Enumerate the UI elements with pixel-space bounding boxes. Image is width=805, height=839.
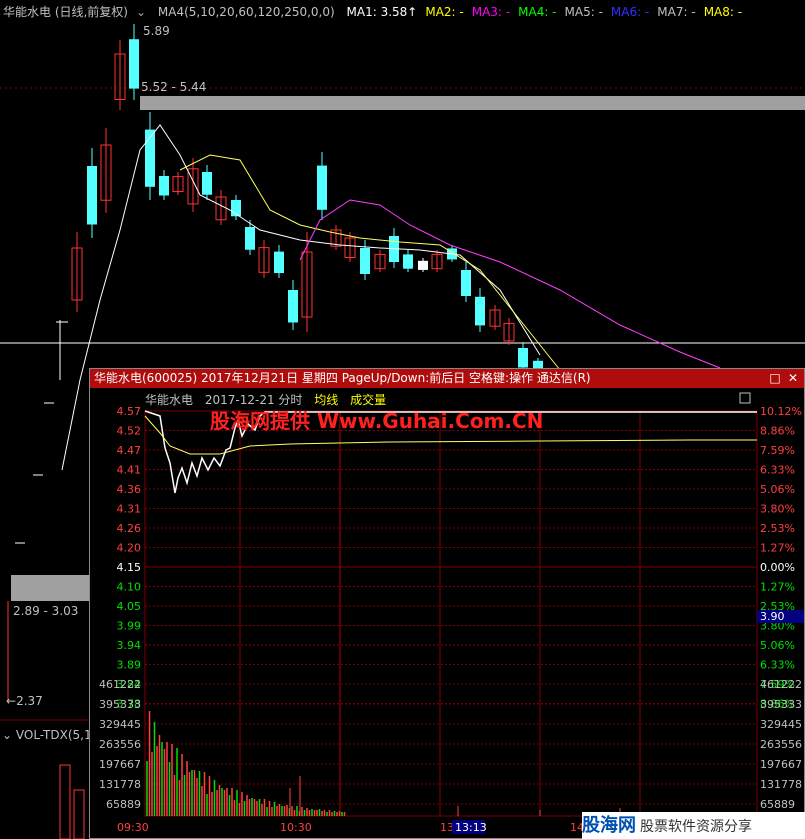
volume-tick-label: 395333 bbox=[760, 698, 802, 711]
pct-tick-label: 1.27% bbox=[760, 581, 795, 594]
price-zone-band bbox=[140, 96, 805, 110]
ma-legend-item: MA8: - bbox=[703, 5, 743, 19]
volume-tick-label: 461222 bbox=[99, 678, 141, 691]
price-tick-label: 4.10 bbox=[117, 581, 142, 594]
intraday-popup[interactable]: 华能水电(600025) 2017年12月21日 星期四 PageUp/Down… bbox=[89, 368, 805, 839]
intraday-timeline-chart[interactable]: 4.57 10.12% 4.52 8.86% 4.47 7.59% 4.41 6.33% 4.3… bbox=[90, 388, 804, 838]
pct-tick-label: 6.33% bbox=[760, 464, 795, 477]
popup-title-bar[interactable]: 华能水电(600025) 2017年12月21日 星期四 PageUp/Down… bbox=[90, 369, 804, 388]
price-tick-label: 4.52 bbox=[117, 425, 142, 438]
brand-tagline: 股票软件资源分享 bbox=[640, 819, 752, 835]
candle-body bbox=[475, 296, 485, 326]
ma-legend-item: MA7: - bbox=[657, 5, 696, 19]
volume-tick-label: 197667 bbox=[760, 758, 802, 771]
volume-tick-label: 461222 bbox=[760, 678, 802, 691]
price-tick-label: 4.41 bbox=[117, 464, 142, 477]
maximize-icon[interactable]: □ bbox=[766, 369, 784, 388]
candle-body bbox=[87, 166, 97, 225]
volume-indicator-label: ⌄ VOL-TDX(5,1 bbox=[2, 728, 92, 742]
volume-bar bbox=[59, 764, 71, 839]
volume-bar bbox=[73, 789, 85, 839]
high-price-annotation: 5.89 bbox=[143, 24, 170, 38]
ma-legend: MA1: 3.58↑ MA2: - MA3: - MA4: - MA5: - MA6: -… bbox=[347, 5, 751, 19]
candle-body bbox=[288, 290, 298, 323]
ma-params: MA4(5,10,20,60,120,250,0,0) bbox=[157, 5, 335, 19]
popup-title: 华能水电(600025) 2017年12月21日 星期四 PageUp/Down… bbox=[94, 371, 591, 385]
pct-tick-label: 10.12% bbox=[760, 405, 802, 418]
volume-tick-label: 263556 bbox=[99, 738, 141, 751]
volume-tick-label: 197667 bbox=[99, 758, 141, 771]
watermark-text: 股海网提供 Www.Guhai.Com.CN bbox=[210, 409, 544, 433]
main-chart-header: 华能水电 (日线,前复权) ⌄ MA4(5,10,20,60,120,250,0,… bbox=[3, 3, 758, 20]
price-zone-band bbox=[11, 575, 89, 601]
price-tick-label: 4.57 bbox=[117, 405, 142, 418]
price-tick-label: 4.15 bbox=[117, 561, 142, 574]
time-tick-label: 09:30 bbox=[117, 821, 149, 834]
volume-tick-label: 65889 bbox=[760, 798, 795, 811]
brand-name: 股海网 bbox=[582, 815, 636, 836]
time-tick-label: 10:30 bbox=[280, 821, 312, 834]
volume-tick-label: 329445 bbox=[99, 718, 141, 731]
price-tick-label: 4.26 bbox=[117, 522, 142, 535]
price-tick-label: 4.36 bbox=[117, 483, 142, 496]
price-tick-label: 4.31 bbox=[117, 503, 142, 516]
brand-logo: 股海网 股票软件资源分享 bbox=[582, 812, 805, 839]
candle-body bbox=[518, 348, 528, 368]
volume-tick-label: 263556 bbox=[760, 738, 802, 751]
candle-body bbox=[418, 260, 428, 270]
volume-tick-label: 329445 bbox=[760, 718, 802, 731]
cursor-time-label: 13:13 bbox=[455, 821, 487, 834]
candle-body bbox=[360, 248, 370, 274]
candle-body bbox=[317, 165, 327, 210]
volume-tick-label: 131778 bbox=[99, 778, 141, 791]
chart-bg bbox=[90, 388, 804, 838]
volume-tick-label: 65889 bbox=[106, 798, 141, 811]
ma-legend-item: MA6: - bbox=[610, 5, 650, 19]
price-tick-label: 4.47 bbox=[117, 444, 142, 457]
pct-tick-label: 2.53% bbox=[760, 522, 795, 535]
price-tick-label: 3.99 bbox=[117, 620, 142, 633]
pct-tick-label: 5.06% bbox=[760, 483, 795, 496]
pct-tick-label: 5.06% bbox=[760, 639, 795, 652]
ma-legend-item: MA3: - bbox=[471, 5, 511, 19]
candle-body bbox=[461, 270, 471, 296]
pct-tick-label: 0.00% bbox=[760, 561, 795, 574]
candle-body bbox=[274, 251, 284, 274]
pct-tick-label: 6.33% bbox=[760, 659, 795, 672]
chevron-down-icon[interactable]: ⌄ bbox=[136, 5, 146, 19]
range-annotation-high: 5.52 - 5.44 bbox=[141, 80, 207, 94]
volume-tick-label: 395333 bbox=[99, 698, 141, 711]
pct-tick-label: 8.86% bbox=[760, 425, 795, 438]
current-price-label: 3.90 bbox=[760, 610, 785, 623]
candle-body bbox=[129, 39, 139, 89]
ma-legend-item: MA2: - bbox=[425, 5, 464, 19]
chevron-down-icon[interactable]: ⌄ bbox=[2, 728, 12, 742]
ma-legend-item: MA4: - bbox=[518, 5, 557, 19]
stock-title: 华能水电 (日线,前复权) bbox=[3, 5, 128, 19]
price-tick-label: 4.20 bbox=[117, 542, 142, 555]
low-price-annotation: ←2.37 bbox=[6, 694, 43, 708]
candle-body bbox=[403, 254, 413, 269]
ma-legend-item: MA1: 3.58↑ bbox=[346, 5, 418, 19]
candle-body bbox=[159, 176, 169, 196]
candle-body bbox=[202, 172, 212, 195]
close-icon[interactable]: ✕ bbox=[784, 369, 802, 388]
pct-tick-label: 3.80% bbox=[760, 503, 795, 516]
volume-tick-label: 131778 bbox=[760, 778, 802, 791]
ma-legend-item: MA5: - bbox=[564, 5, 603, 19]
price-tick-label: 4.05 bbox=[117, 600, 142, 613]
pct-tick-label: 1.27% bbox=[760, 542, 795, 555]
price-tick-label: 3.94 bbox=[117, 639, 142, 652]
candle-body bbox=[245, 227, 255, 250]
price-tick-label: 3.89 bbox=[117, 659, 142, 672]
intraday-stock-name: 华能水电 bbox=[145, 393, 194, 407]
pct-tick-label: 7.59% bbox=[760, 444, 795, 457]
range-annotation-low: 2.89 - 3.03 bbox=[13, 604, 79, 618]
